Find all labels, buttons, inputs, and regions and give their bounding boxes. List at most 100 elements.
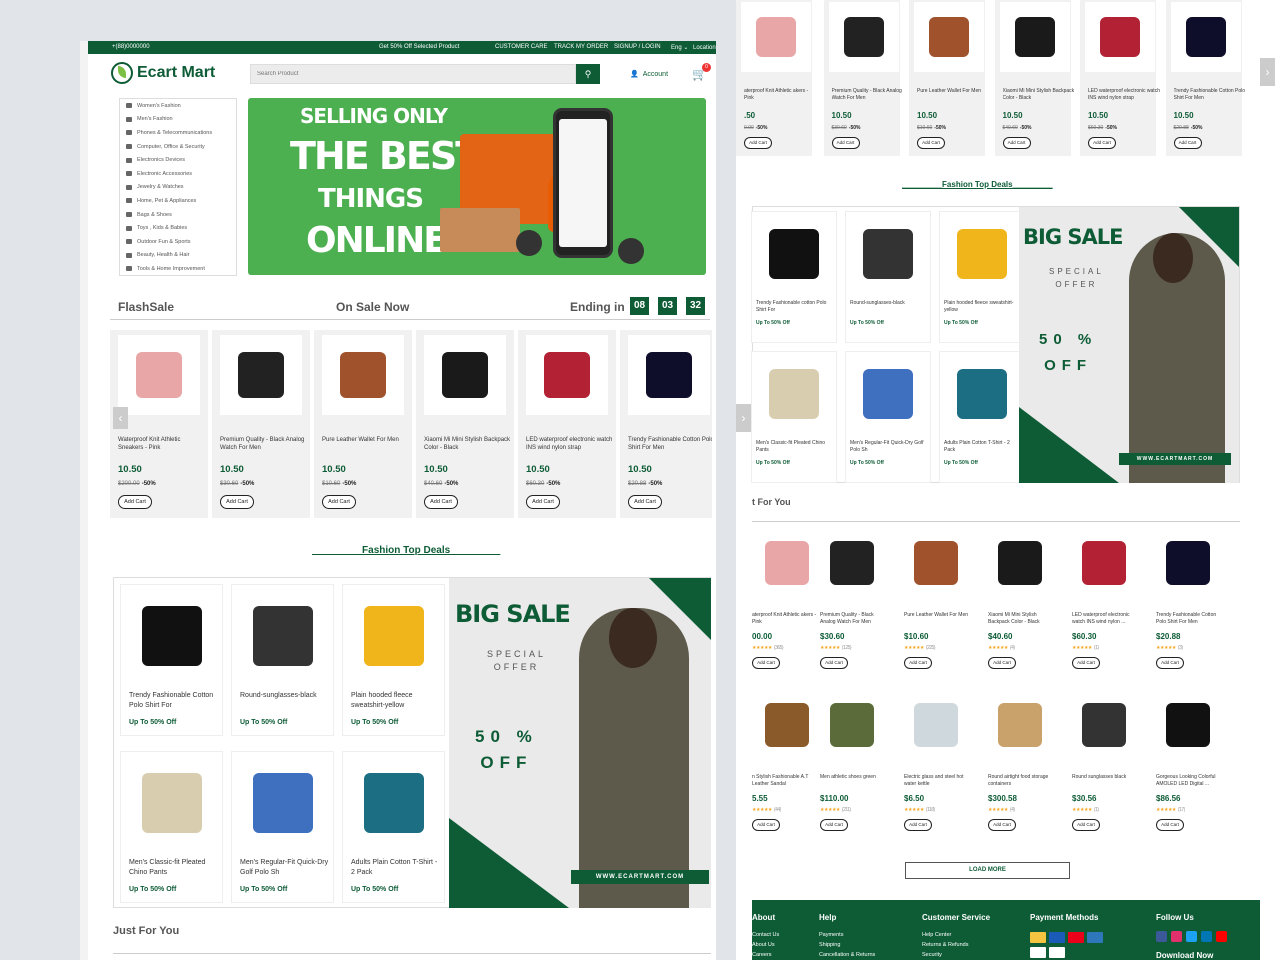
search-input[interactable] bbox=[250, 64, 576, 84]
footer-link[interactable]: Contact Us bbox=[752, 932, 779, 938]
add-to-cart-button[interactable]: Add Cart bbox=[988, 657, 1016, 669]
product-name[interactable]: Pure Leather Wallet For Men bbox=[904, 612, 974, 626]
fashion-card[interactable]: Men's Regular-Fit Quick-Dry Golf Polo Sh… bbox=[231, 751, 334, 903]
fashion-name[interactable]: Round-sunglasses-black bbox=[240, 691, 330, 701]
fashion-card[interactable]: Round-sunglasses-black Up To 50% Off bbox=[845, 211, 931, 343]
add-to-cart-button[interactable]: Add Cart bbox=[904, 657, 932, 669]
product-card[interactable]: Premium Quality - Black Analog Watch For… bbox=[823, 0, 902, 156]
add-to-cart-button[interactable]: Add Cart bbox=[752, 819, 780, 831]
footer-link[interactable]: Cancellation & Returns bbox=[819, 952, 875, 958]
product-image[interactable] bbox=[526, 335, 608, 415]
product-image[interactable] bbox=[1153, 528, 1223, 598]
fashion-image[interactable] bbox=[128, 591, 216, 681]
product-name[interactable]: Premium Quality - Black Analog Watch For… bbox=[832, 88, 904, 102]
twitter-icon[interactable] bbox=[1186, 931, 1197, 942]
fashion-image[interactable] bbox=[944, 214, 1020, 294]
fashion-name[interactable]: Men's Classic-fit Pleated Chino Pants bbox=[756, 440, 834, 454]
product-image[interactable] bbox=[424, 335, 506, 415]
carousel-next-button[interactable]: › bbox=[736, 404, 751, 432]
product-image[interactable] bbox=[901, 528, 971, 598]
category-item[interactable]: Computer, Office & Security bbox=[120, 140, 236, 154]
fashion-name[interactable]: Trendy Fashionable cotton Polo Shirt For bbox=[756, 300, 834, 314]
customer-care-link[interactable]: CUSTOMER CARE bbox=[495, 44, 548, 50]
add-to-cart-button[interactable]: Add Cart bbox=[820, 657, 848, 669]
footer-link[interactable]: Help Center bbox=[922, 932, 951, 938]
product-name[interactable]: Electric glass and steel hot water kettl… bbox=[904, 774, 974, 788]
product-name[interactable]: Premium Quality - Black Analog Watch For… bbox=[820, 612, 890, 626]
fashion-name[interactable]: Men's Classic-fit Pleated Chino Pants bbox=[129, 858, 219, 878]
big-sale-banner[interactable]: BIG SALE SPECIAL OFFER 50 % OFF WWW.ECARTM… bbox=[449, 578, 711, 908]
footer-link[interactable]: Payments bbox=[819, 932, 843, 938]
add-to-cart-button[interactable]: Add Cart bbox=[1072, 657, 1100, 669]
product-card[interactable]: Round sunglasses black $30.56 ★★★★★ (1) Add … bbox=[1064, 690, 1144, 840]
product-image[interactable] bbox=[1085, 2, 1155, 72]
fashion-name[interactable]: Men's Regular-Fit Quick-Dry Golf Polo Sh bbox=[850, 440, 928, 454]
fashion-card[interactable]: Adults Plain Cotton T-Shirt - 2 Pack Up T… bbox=[342, 751, 445, 903]
fashion-image[interactable] bbox=[350, 591, 438, 681]
fashion-card[interactable]: Men's Classic-fit Pleated Chino Pants Up … bbox=[120, 751, 223, 903]
product-image[interactable] bbox=[999, 2, 1070, 72]
carousel-prev-button[interactable]: ‹ bbox=[113, 407, 128, 429]
product-name[interactable]: Trendy Fashionable Cotton Polo Shirt For… bbox=[1156, 612, 1226, 626]
product-card[interactable]: Trendy Fashionable Cotton Polo Shirt For… bbox=[1165, 0, 1245, 156]
product-image[interactable] bbox=[985, 528, 1055, 598]
product-card[interactable]: Premium Quality - Black Analog Watch For… bbox=[812, 528, 892, 678]
fashion-card[interactable]: Men's Regular-Fit Quick-Dry Golf Polo Sh… bbox=[845, 351, 931, 483]
footer-link[interactable]: About Us bbox=[752, 942, 775, 948]
footer-link[interactable]: Security bbox=[922, 952, 942, 958]
add-to-cart-button[interactable]: Add Cart bbox=[526, 495, 560, 509]
fashion-name[interactable]: Plain hooded fleece sweatshirt-yellow bbox=[944, 300, 1022, 314]
hero-banner[interactable]: SELLING ONLY THE BEST THINGS ONLINE bbox=[248, 98, 706, 275]
product-image[interactable] bbox=[322, 335, 404, 415]
product-image[interactable] bbox=[1069, 690, 1139, 760]
product-image[interactable] bbox=[1069, 528, 1139, 598]
product-image[interactable] bbox=[817, 528, 887, 598]
category-item[interactable]: Electronic Accessories bbox=[120, 167, 236, 181]
fashion-name[interactable]: Men's Regular-Fit Quick-Dry Golf Polo Sh bbox=[240, 858, 330, 878]
instagram-icon[interactable] bbox=[1171, 931, 1182, 942]
add-to-cart-button[interactable]: Add Cart bbox=[1156, 819, 1184, 831]
product-card[interactable]: Xiaomi Mi Mini Stylish Backpack Color - … bbox=[980, 528, 1060, 678]
product-name[interactable]: aterproof Knit Athletic akers - Pink bbox=[744, 88, 816, 102]
product-image[interactable] bbox=[1170, 2, 1241, 72]
product-card[interactable]: Trendy Fashionable Cotton Polo Shirt For… bbox=[620, 330, 712, 518]
add-to-cart-button[interactable]: Add Cart bbox=[988, 819, 1016, 831]
product-name[interactable]: Xiaomi Mi Mini Stylish Backpack Color - … bbox=[988, 612, 1058, 626]
fashion-card[interactable]: Round-sunglasses-black Up To 50% Off bbox=[231, 584, 334, 736]
logo[interactable]: Ecart Mart bbox=[111, 62, 215, 84]
product-card[interactable]: Xiaomi Mi Mini Stylish Backpack Color - … bbox=[416, 330, 514, 518]
add-to-cart-button[interactable]: Add Cart bbox=[820, 819, 848, 831]
product-image[interactable] bbox=[914, 2, 984, 72]
fashion-image[interactable] bbox=[850, 354, 926, 434]
product-card[interactable]: LED waterproof electronic watch INS wind… bbox=[1064, 528, 1144, 678]
product-name[interactable]: Xiaomi Mi Mini Stylish Backpack Color - … bbox=[424, 436, 512, 452]
carousel-next-button[interactable]: › bbox=[1260, 58, 1275, 86]
add-to-cart-button[interactable]: Add Cart bbox=[904, 819, 932, 831]
fashion-card[interactable]: Adults Plain Cotton T-Shirt - 2 Pack Up T… bbox=[939, 351, 1025, 483]
fashion-name[interactable]: Adults Plain Cotton T-Shirt - 2 Pack bbox=[944, 440, 1022, 454]
add-to-cart-button[interactable]: Add Cart bbox=[220, 495, 254, 509]
language-select[interactable]: Eng ⌄ bbox=[671, 44, 688, 51]
fashion-name[interactable]: Plain hooded fleece sweatshirt-yellow bbox=[351, 691, 441, 711]
product-card[interactable]: Xiaomi Mi Mini Stylish Backpack Color - … bbox=[994, 0, 1074, 156]
track-order-link[interactable]: TRACK MY ORDER bbox=[554, 44, 608, 50]
product-name[interactable]: Pure Leather Wallet For Men bbox=[917, 88, 989, 102]
footer-link[interactable]: Returns & Refunds bbox=[922, 942, 968, 948]
category-item[interactable]: Men's Fashion bbox=[120, 113, 236, 127]
category-item[interactable]: Jewelry & Watches bbox=[120, 181, 236, 195]
fashion-image[interactable] bbox=[756, 354, 832, 434]
product-card[interactable]: Premium Quality - Black Analog Watch For… bbox=[212, 330, 310, 518]
account-link[interactable]: 👤 Account bbox=[630, 70, 668, 79]
fashion-card[interactable]: Men's Classic-fit Pleated Chino Pants Up … bbox=[751, 351, 837, 483]
fashion-name[interactable]: Trendy Fashionable Cotton Polo Shirt For bbox=[129, 691, 219, 711]
category-item[interactable]: Beauty, Health & Hair bbox=[120, 249, 236, 263]
fashion-image[interactable] bbox=[128, 758, 216, 848]
add-to-cart-button[interactable]: Add Cart bbox=[1173, 137, 1202, 149]
add-to-cart-button[interactable]: Add Cart bbox=[917, 137, 945, 149]
product-name[interactable]: Men athletic shoes green bbox=[820, 774, 890, 788]
add-to-cart-button[interactable]: Add Cart bbox=[831, 137, 860, 149]
fashion-image[interactable] bbox=[239, 758, 327, 848]
product-name[interactable]: Xiaomi Mi Mini Stylish Backpack Color - … bbox=[1003, 88, 1075, 102]
add-to-cart-button[interactable]: Add Cart bbox=[1002, 137, 1031, 149]
category-item[interactable]: Home, Pet & Appliances bbox=[120, 194, 236, 208]
